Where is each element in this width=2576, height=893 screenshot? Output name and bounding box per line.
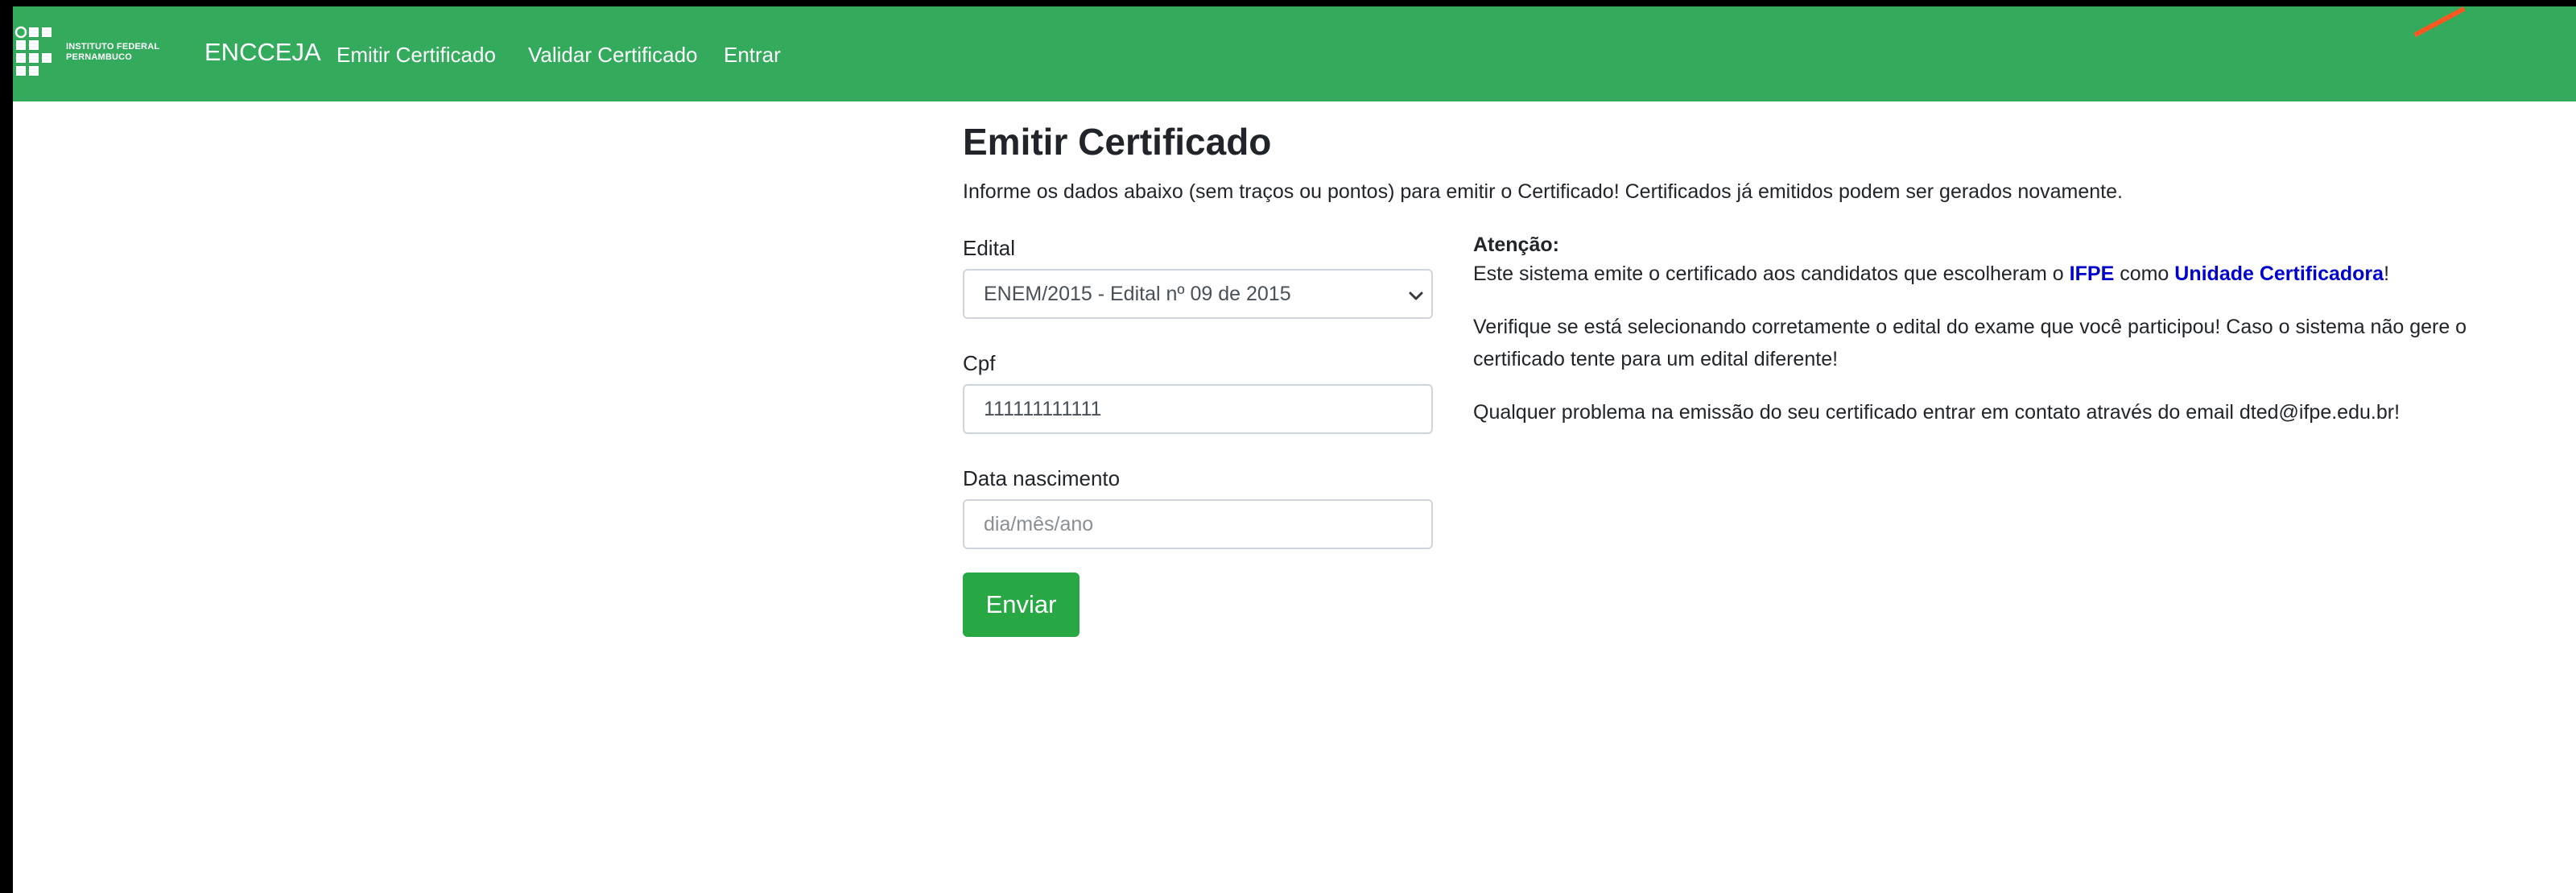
cpf-value: 111111111111 [984,397,1102,420]
attention-panel: Atenção: Este sistema emite o certificad… [1473,232,2487,428]
brand-link[interactable]: ENCCEJA [204,37,321,68]
top-navbar: INSTITUTO FEDERAL PERNAMBUCO ENCCEJA Emi… [13,6,2576,101]
cpf-label: Cpf [963,351,996,375]
edital-label: Edital [963,236,1016,260]
corner-stroke [2413,6,2475,53]
ifpe-logo-icon[interactable] [14,26,66,79]
attention-p1-after: ! [2384,263,2390,285]
nascimento-label: Data nascimento [963,466,1121,490]
page-title: Emitir Certificado [963,121,1272,163]
attention-title: Atenção: [1473,234,1559,256]
browser-viewport: INSTITUTO FEDERAL PERNAMBUCO ENCCEJA Emi… [13,6,2576,893]
attention-paragraph-1: Este sistema emite o certificado aos can… [1473,258,2487,290]
edital-select[interactable]: ENEM/2015 - Edital nº 09 de 2015 [963,269,1433,319]
data-nascimento-input[interactable]: dia/mês/ano [963,499,1433,549]
attention-paragraph-3: Qualquer problema na emissão do seu cert… [1473,401,2401,424]
nav-entrar[interactable]: Entrar [724,42,781,68]
enviar-button[interactable]: Enviar [963,573,1080,637]
cpf-input[interactable]: 111111111111 [963,384,1433,434]
logo-line-2: PERNAMBUCO [66,52,133,62]
edital-selected-value: ENEM/2015 - Edital nº 09 de 2015 [984,282,1291,305]
data-nascimento-placeholder: dia/mês/ano [984,512,1094,535]
chevron-down-icon [1409,291,1423,300]
unidade-certificadora-highlight: Unidade Certificadora [2174,263,2384,285]
nav-validar-certificado[interactable]: Validar Certificado [528,42,698,68]
attention-p1-before: Este sistema emite o certificado aos can… [1473,263,2070,285]
logo-text: INSTITUTO FEDERAL PERNAMBUCO [66,42,159,63]
page-subtitle: Informe os dados abaixo (sem traços ou p… [963,180,2123,203]
attention-p1-middle: como [2114,263,2175,285]
logo-line-1: INSTITUTO FEDERAL [66,42,160,52]
ifpe-highlight: IFPE [2069,263,2115,285]
attention-paragraph-2: Verifique se está selecionando corretame… [1473,316,2467,370]
nav-emitir-certificado[interactable]: Emitir Certificado [336,42,496,68]
